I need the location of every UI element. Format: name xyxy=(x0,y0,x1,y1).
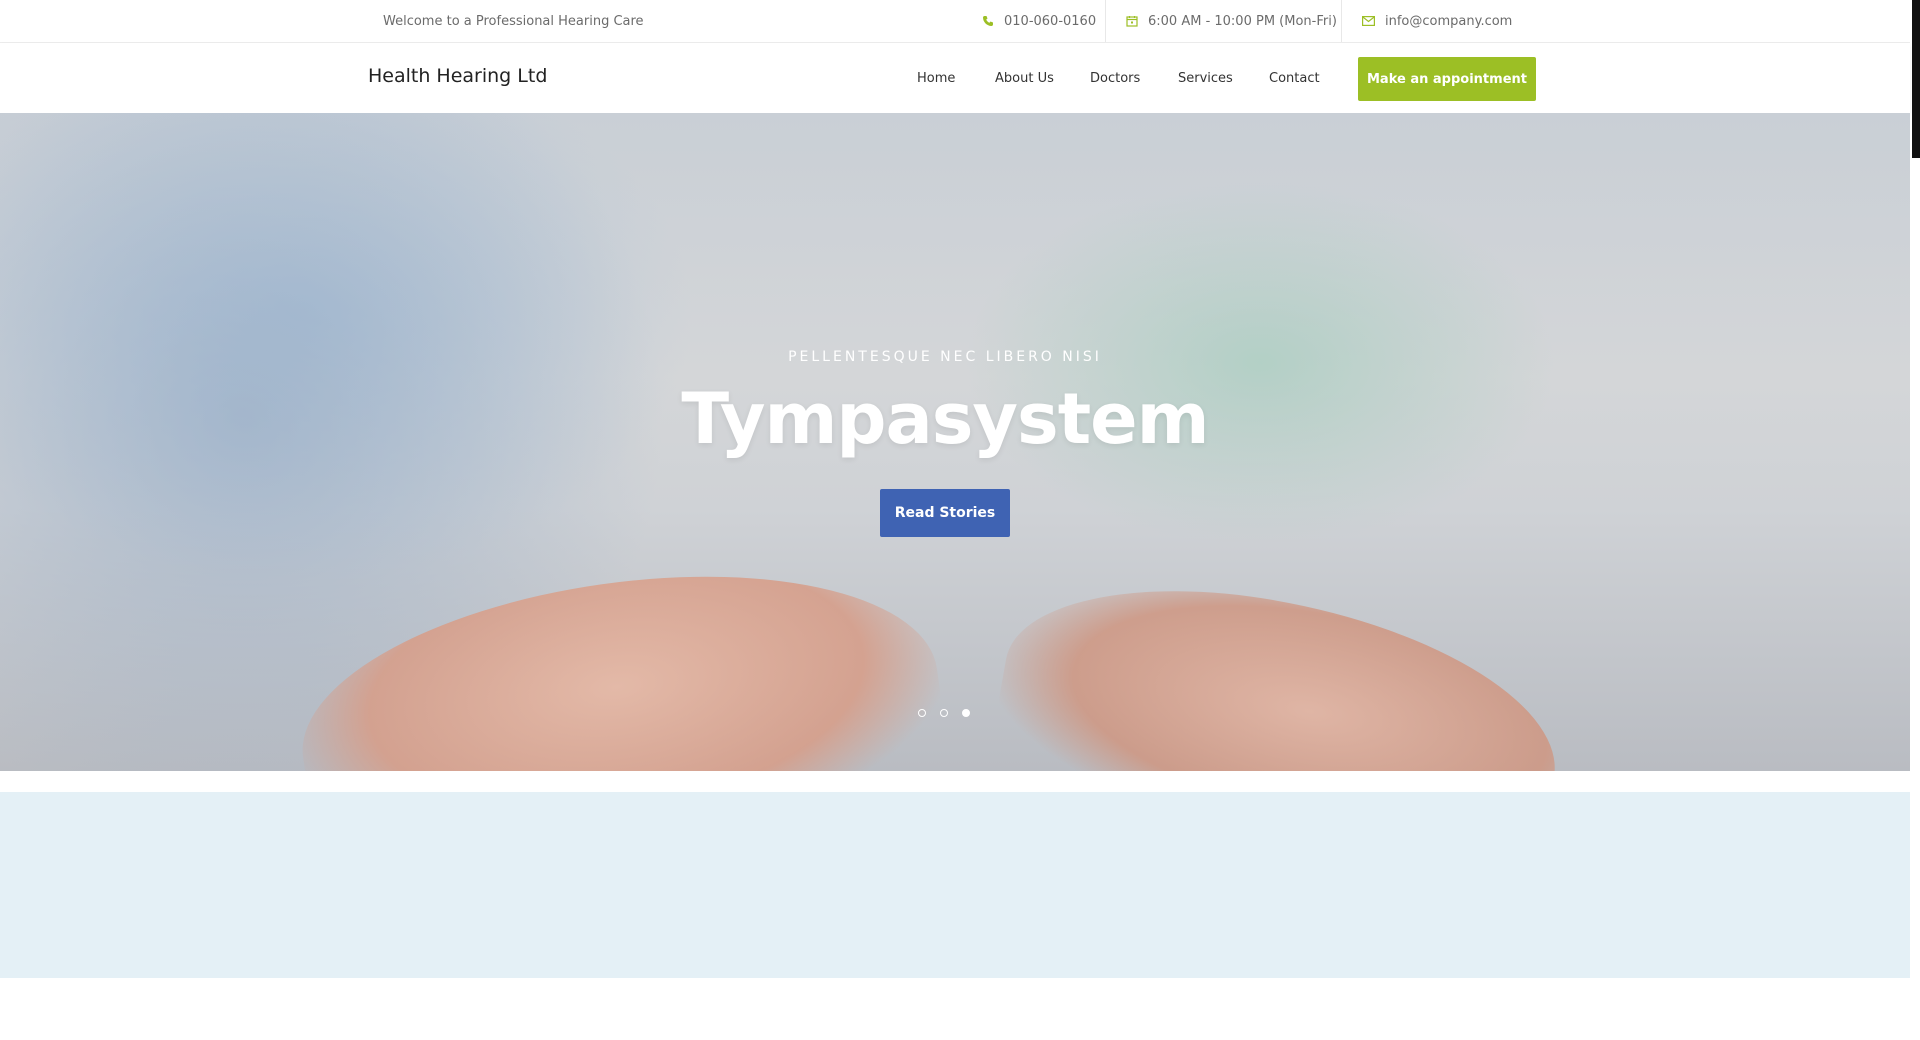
nav-item-home[interactable]: Home xyxy=(917,71,955,86)
make-appointment-button[interactable]: Make an appointment xyxy=(1358,57,1536,101)
main-navigation: Health Hearing Ltd Home About Us Doctors… xyxy=(0,43,1910,113)
hours-text: 6:00 AM - 10:00 PM (Mon-Fri) xyxy=(1148,13,1337,29)
nav-item-doctors[interactable]: Doctors xyxy=(1090,71,1140,86)
email-address: info@company.com xyxy=(1385,13,1513,29)
hours-info: 6:00 AM - 10:00 PM (Mon-Fri) xyxy=(1105,0,1357,42)
email-info[interactable]: info@company.com xyxy=(1341,0,1532,42)
slider-dot-3-active[interactable] xyxy=(962,709,970,717)
intro-section xyxy=(0,792,1910,978)
nav-item-services[interactable]: Services xyxy=(1178,71,1233,86)
scrollbar-thumb[interactable] xyxy=(1912,0,1920,158)
envelope-icon xyxy=(1362,16,1375,26)
read-stories-button[interactable]: Read Stories xyxy=(880,489,1010,537)
top-info-bar: Welcome to a Professional Hearing Care 0… xyxy=(0,0,1910,43)
hero-slider: PELLENTESQUE NEC LIBERO NISI Tympasystem… xyxy=(0,113,1910,771)
hero-kicker: PELLENTESQUE NEC LIBERO NISI xyxy=(788,349,1102,365)
calendar-icon xyxy=(1126,16,1138,27)
nav-item-contact[interactable]: Contact xyxy=(1269,71,1320,86)
hero-background-hand-right xyxy=(984,556,1576,771)
phone-icon xyxy=(983,16,993,26)
slider-dot-2[interactable] xyxy=(940,709,948,717)
slider-pagination xyxy=(918,709,970,717)
brand-logo-text[interactable]: Health Hearing Ltd xyxy=(368,65,547,87)
slider-dot-1[interactable] xyxy=(918,709,926,717)
hero-title: Tympasystem xyxy=(681,378,1209,460)
page: Welcome to a Professional Hearing Care 0… xyxy=(0,0,1910,1040)
phone-info[interactable]: 010-060-0160 xyxy=(962,0,1116,42)
welcome-text: Welcome to a Professional Hearing Care xyxy=(383,14,644,29)
phone-number: 010-060-0160 xyxy=(1004,13,1097,29)
nav-item-about-us[interactable]: About Us xyxy=(995,71,1054,86)
